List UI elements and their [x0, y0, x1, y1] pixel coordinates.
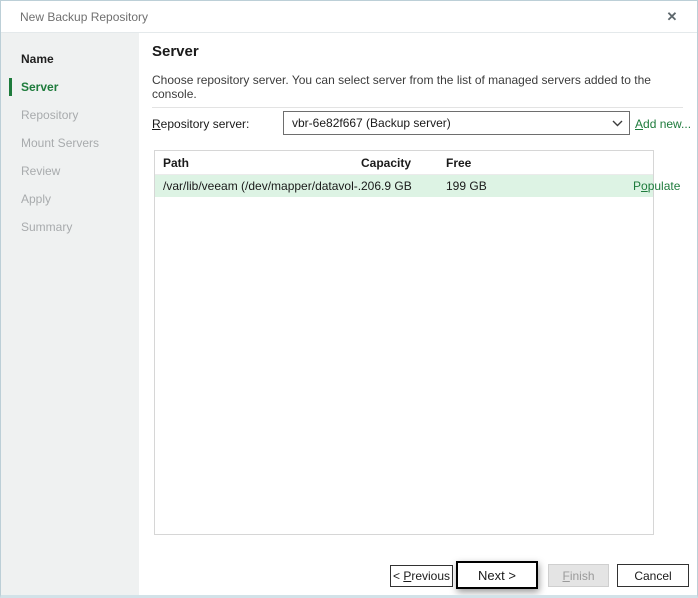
titlebar: New Backup Repository ✕ — [1, 1, 697, 33]
cell-free: 199 GB — [446, 179, 653, 193]
next-button[interactable]: Next > — [456, 561, 538, 589]
step-label: Name — [21, 52, 54, 66]
main-area: Name Server Repository Mount Servers Rev… — [1, 33, 697, 595]
sidebar-item-name: Name — [1, 45, 139, 73]
step-label: Summary — [21, 220, 72, 234]
repository-server-select[interactable]: vbr-6e82f667 (Backup server) — [283, 111, 630, 135]
close-icon: ✕ — [667, 9, 678, 24]
close-button[interactable]: ✕ — [659, 5, 685, 29]
repository-server-value: vbr-6e82f667 (Backup server) — [292, 116, 612, 130]
cancel-button[interactable]: Cancel — [617, 564, 689, 587]
repository-server-label: Repository server: — [152, 117, 249, 131]
sidebar-item-review: Review — [1, 157, 139, 185]
path-table: Path Capacity Free /var/lib/veeam (/dev/… — [154, 150, 654, 535]
window-title: New Backup Repository — [20, 10, 148, 24]
step-label: Apply — [21, 192, 51, 206]
step-label: Repository — [21, 108, 78, 122]
table-row[interactable]: /var/lib/veeam (/dev/mapper/datavol-... … — [155, 175, 653, 197]
content-panel: Server Choose repository server. You can… — [139, 33, 697, 595]
step-label: Mount Servers — [21, 136, 99, 150]
column-header-path: Path — [155, 156, 361, 170]
sidebar-item-apply: Apply — [1, 185, 139, 213]
sidebar-item-summary: Summary — [1, 213, 139, 241]
active-step-indicator — [9, 78, 12, 96]
column-header-capacity: Capacity — [361, 156, 446, 170]
cell-capacity: 206.9 GB — [361, 179, 446, 193]
page-title: Server — [152, 43, 199, 60]
column-header-free: Free — [446, 156, 653, 170]
cell-path: /var/lib/veeam (/dev/mapper/datavol-... — [155, 179, 361, 193]
wizard-steps-sidebar: Name Server Repository Mount Servers Rev… — [1, 33, 139, 595]
sidebar-item-server: Server — [1, 73, 139, 101]
step-label: Server — [21, 80, 58, 94]
chevron-down-icon — [612, 120, 623, 127]
populate-link[interactable]: Populate — [633, 179, 680, 193]
table-header-row: Path Capacity Free — [155, 151, 653, 175]
finish-button[interactable]: Finish — [548, 564, 609, 587]
step-label: Review — [21, 164, 60, 178]
add-new-link[interactable]: Add new... — [635, 117, 691, 131]
new-backup-repository-window: New Backup Repository ✕ Name Server Repo… — [0, 0, 698, 598]
separator-line — [152, 107, 683, 108]
previous-button[interactable]: < Previous — [390, 565, 453, 587]
page-description: Choose repository server. You can select… — [152, 73, 697, 101]
sidebar-item-repository: Repository — [1, 101, 139, 129]
sidebar-item-mount-servers: Mount Servers — [1, 129, 139, 157]
